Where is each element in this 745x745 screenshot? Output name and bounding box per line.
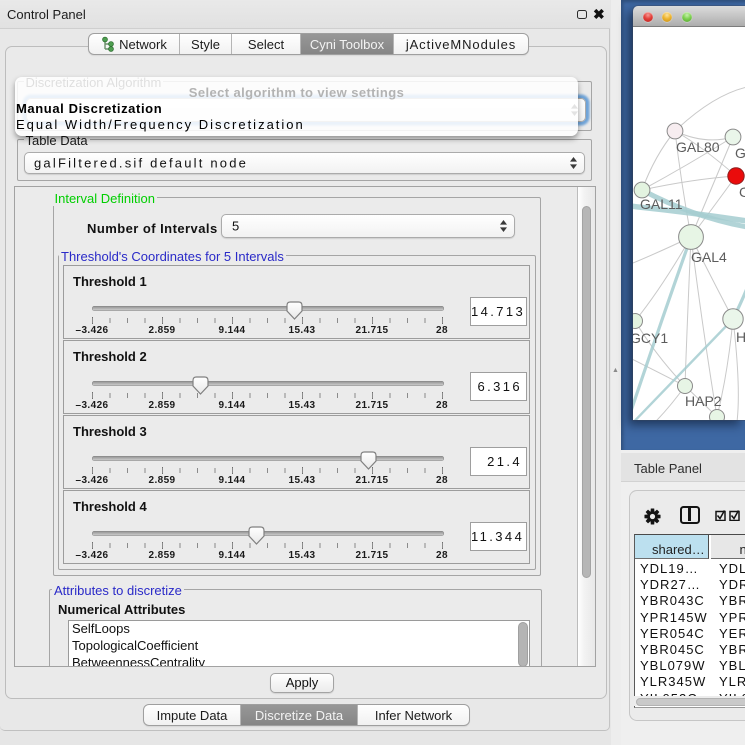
svg-text:H: H — [736, 329, 745, 345]
svg-text:GCY1: GCY1 — [633, 330, 668, 346]
svg-text:GAL80: GAL80 — [676, 139, 720, 155]
svg-text:HAP2: HAP2 — [685, 393, 722, 409]
svg-text:GA: GA — [735, 145, 745, 161]
svg-text:GAL11: GAL11 — [640, 196, 683, 212]
svg-text:GAL4: GAL4 — [691, 249, 727, 265]
svg-text:C: C — [739, 184, 745, 200]
